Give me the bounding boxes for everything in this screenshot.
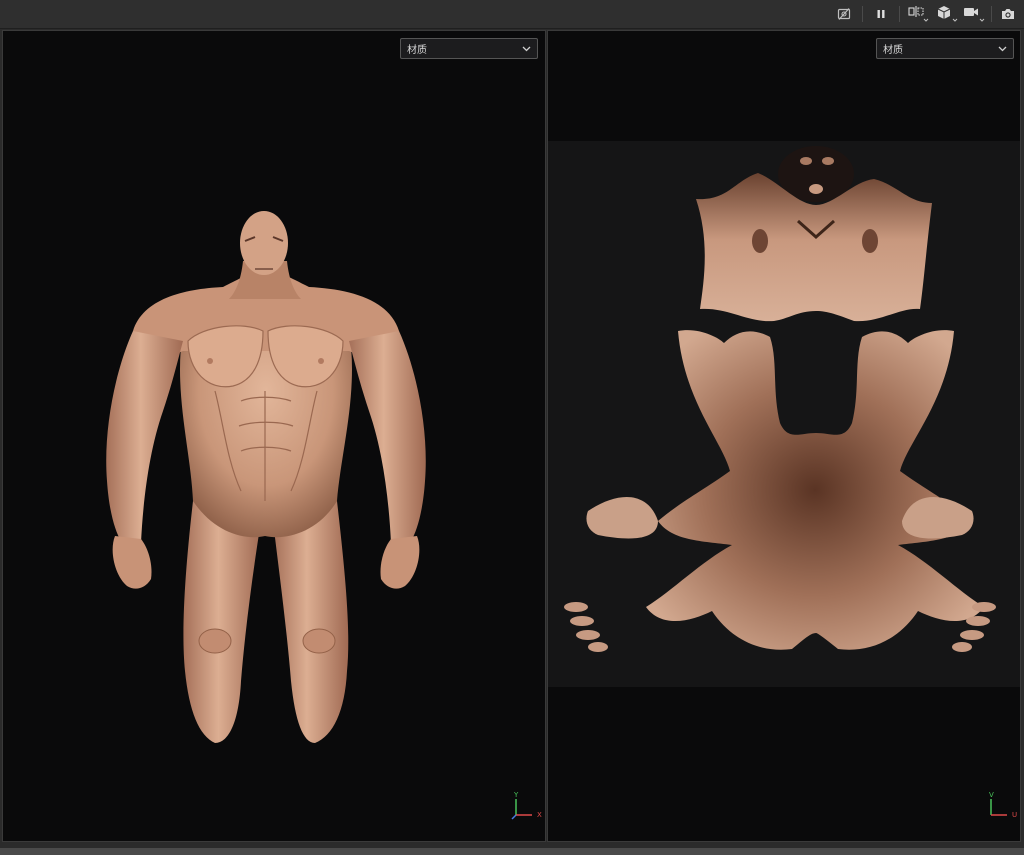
toolbar-separator (862, 6, 863, 22)
uv-map-viewport[interactable]: 材质 V U (547, 30, 1021, 842)
horizontal-scrollbar[interactable] (0, 848, 1024, 855)
camera-video-icon (964, 8, 985, 22)
split-view-dropdown[interactable] (906, 4, 932, 24)
hide-icon (837, 8, 851, 20)
material-select[interactable]: 材质 (876, 38, 1014, 59)
app-window: 材质 Y X 材质 V U (0, 0, 1024, 855)
model-3d-viewport[interactable]: 材质 Y X (2, 30, 546, 842)
screenshot-icon (1002, 9, 1014, 19)
hide-toggle-button[interactable] (835, 4, 853, 24)
axis-u-label: U (1012, 811, 1018, 819)
pause-button[interactable] (872, 4, 890, 24)
camera-dropdown[interactable] (962, 4, 988, 24)
axis-x-label: X (537, 811, 542, 819)
screenshot-button[interactable] (998, 4, 1018, 24)
axis-gizmo: Y X (508, 791, 545, 831)
chevron-down-icon (998, 46, 1007, 52)
display-mode-dropdown[interactable] (935, 4, 961, 24)
axis-gizmo: V U (983, 791, 1020, 831)
top-toolbar (0, 0, 1024, 29)
toolbar-separator (991, 6, 992, 22)
split-view-icon (908, 6, 929, 22)
uv-texture-islands (564, 146, 996, 652)
axis-v-label: V (989, 791, 994, 799)
muscular-body-model (106, 211, 426, 743)
material-select-label: 材质 (883, 45, 903, 56)
cube-icon (937, 6, 958, 22)
uv-texture-canvas (548, 141, 1020, 687)
pause-icon (877, 10, 885, 18)
axis-y-label: Y (514, 791, 519, 799)
toolbar-separator (899, 6, 900, 22)
